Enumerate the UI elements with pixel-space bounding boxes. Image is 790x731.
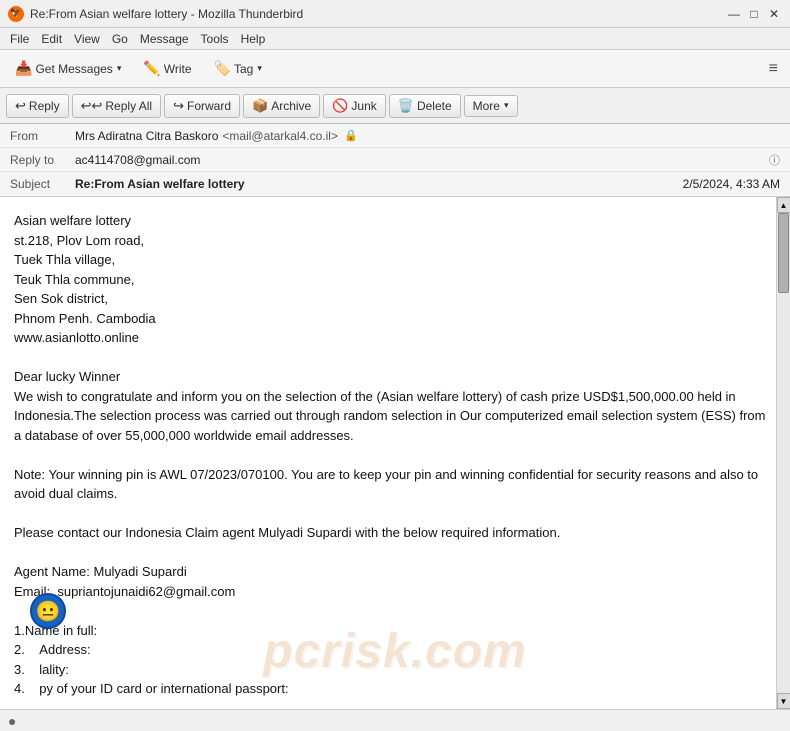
main-toolbar: 📥 Get Messages ▾ ✏️ Write 🏷️ Tag ▾ ≡ (0, 50, 790, 88)
email-header: From Mrs Adiratna Citra Baskoro <mail@at… (0, 124, 790, 197)
archive-button[interactable]: 📦 Archive (243, 94, 320, 118)
archive-icon: 📦 (252, 98, 268, 114)
minimize-button[interactable]: — (726, 6, 742, 22)
body-main-para: We wish to congratulate and inform you o… (14, 387, 776, 446)
tag-dropdown-arrow[interactable]: ▾ (257, 63, 262, 74)
menu-bar: File Edit View Go Message Tools Help (0, 28, 790, 50)
junk-button[interactable]: 🚫 Junk (323, 94, 386, 118)
hamburger-menu-button[interactable]: ≡ (763, 56, 784, 82)
delete-button[interactable]: 🗑️ Delete (389, 94, 461, 118)
reply-to-row: Reply to ac4114708@gmail.com ⓘ (0, 148, 790, 172)
body-line-5: Sen Sok district, (14, 289, 776, 309)
junk-icon: 🚫 (332, 98, 348, 114)
from-row: From Mrs Adiratna Citra Baskoro <mail@at… (0, 124, 790, 148)
from-label: From (10, 129, 75, 143)
scrollbar[interactable]: ▲ ▼ (776, 197, 790, 709)
tag-icon: 🏷️ (214, 60, 231, 77)
maximize-button[interactable]: □ (746, 6, 762, 22)
email-toolbar: ↩ Reply ↩↩ Reply All ↪ Forward 📦 Archive… (0, 88, 790, 124)
subject-row: Subject Re:From Asian welfare lottery 2/… (0, 172, 790, 196)
menu-edit[interactable]: Edit (35, 30, 68, 48)
scroll-down-button[interactable]: ▼ (777, 693, 790, 709)
window-controls: — □ ✕ (726, 6, 782, 22)
reply-all-button[interactable]: ↩↩ Reply All (72, 94, 161, 118)
forward-icon: ↪ (173, 98, 184, 114)
reply-all-icon: ↩↩ (81, 98, 103, 114)
status-icon: ● (8, 713, 16, 729)
window-title: Re:From Asian welfare lottery - Mozilla … (30, 7, 303, 21)
body-line-3: Tuek Thla village, (14, 250, 776, 270)
date-value: 2/5/2024, 4:33 AM (683, 177, 780, 191)
subject-label: Subject (10, 177, 75, 191)
email-body: Asian welfare lottery st.218, Plov Lom r… (0, 197, 790, 709)
reply-to-label: Reply to (10, 153, 75, 167)
more-dropdown-arrow: ▾ (504, 100, 509, 111)
delete-icon: 🗑️ (398, 98, 414, 114)
body-note: Note: Your winning pin is AWL 07/2023/07… (14, 465, 776, 504)
close-button[interactable]: ✕ (766, 6, 782, 22)
body-line-1: Asian welfare lottery (14, 211, 776, 231)
menu-help[interactable]: Help (235, 30, 272, 48)
status-bar: ● (0, 709, 790, 731)
body-line-6: Phnom Penh. Cambodia (14, 309, 776, 329)
write-icon: ✏️ (143, 60, 160, 77)
verify-icon: 🔒 (344, 129, 358, 142)
menu-file[interactable]: File (4, 30, 35, 48)
reply-icon: ↩ (15, 98, 26, 114)
write-button[interactable]: ✏️ Write (134, 55, 200, 82)
get-messages-dropdown-arrow[interactable]: ▾ (117, 63, 122, 74)
body-item-2: 2. Address: (14, 640, 776, 660)
reply-to-value: ac4114708@gmail.com (75, 153, 763, 167)
body-line-7: www.asianlotto.online (14, 328, 776, 348)
body-line-4: Teuk Thla commune, (14, 270, 776, 290)
from-value: Mrs Adiratna Citra Baskoro <mail@atarkal… (75, 129, 780, 143)
body-greeting: Dear lucky Winner (14, 367, 776, 387)
scroll-thumb[interactable] (778, 213, 789, 293)
email-body-container: Asian welfare lottery st.218, Plov Lom r… (0, 197, 790, 709)
body-agent-email: Email: supriantojunaidi62@gmail.com (14, 582, 776, 602)
forward-button[interactable]: ↪ Forward (164, 94, 240, 118)
body-agent-name: Agent Name: Mulyadi Supardi (14, 562, 776, 582)
scroll-up-button[interactable]: ▲ (777, 197, 790, 213)
reply-button[interactable]: ↩ Reply (6, 94, 69, 118)
menu-go[interactable]: Go (106, 30, 134, 48)
title-bar: 🦅 Re:From Asian welfare lottery - Mozill… (0, 0, 790, 28)
menu-message[interactable]: Message (134, 30, 195, 48)
get-messages-button[interactable]: 📥 Get Messages ▾ (6, 55, 130, 82)
body-item-4: 4. py of your ID card or international p… (14, 679, 776, 699)
from-email: <mail@atarkal4.co.il> (222, 129, 338, 143)
subject-value: Re:From Asian welfare lottery (75, 177, 683, 191)
reply-to-verify-icon: ⓘ (769, 152, 780, 168)
body-item-3: 3. lality: (14, 660, 776, 680)
from-name: Mrs Adiratna Citra Baskoro (75, 129, 218, 143)
menu-view[interactable]: View (68, 30, 106, 48)
main-container: ↩ Reply ↩↩ Reply All ↪ Forward 📦 Archive… (0, 88, 790, 709)
body-line-2: st.218, Plov Lom road, (14, 231, 776, 251)
scroll-track[interactable] (777, 213, 790, 693)
more-button[interactable]: More ▾ (464, 95, 518, 117)
body-contact: Please contact our Indonesia Claim agent… (14, 523, 776, 543)
app-icon: 🦅 (8, 6, 24, 22)
menu-tools[interactable]: Tools (195, 30, 235, 48)
body-item-1: 1.Name in full: (14, 621, 776, 641)
tag-button[interactable]: 🏷️ Tag ▾ (205, 55, 271, 82)
get-messages-icon: 📥 (15, 60, 32, 77)
